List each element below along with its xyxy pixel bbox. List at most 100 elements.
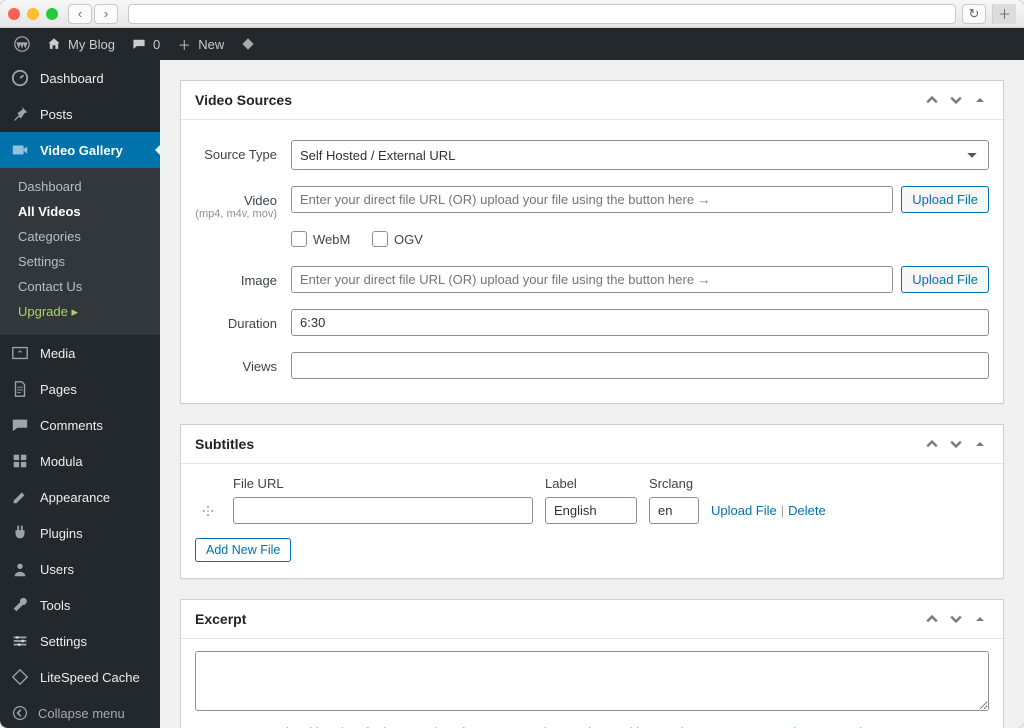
browser-address-bar[interactable] bbox=[128, 4, 956, 24]
video-sources-header: Video Sources bbox=[181, 81, 1003, 120]
browser-forward-button[interactable]: › bbox=[94, 4, 118, 24]
menu-label: Appearance bbox=[40, 490, 110, 505]
add-subtitle-file-button[interactable]: Add New File bbox=[195, 538, 291, 562]
settings-icon bbox=[10, 631, 30, 651]
browser-new-tab-button[interactable]: ＋ bbox=[992, 4, 1016, 24]
admin-sidebar: DashboardPostsVideo GalleryDashboardAll … bbox=[0, 60, 160, 728]
panel-toggle-icon[interactable] bbox=[971, 435, 989, 453]
traffic-zoom[interactable] bbox=[46, 8, 58, 20]
adminbar-extra-icon[interactable] bbox=[232, 28, 264, 60]
wp-logo[interactable] bbox=[6, 28, 38, 60]
duration-input[interactable] bbox=[291, 309, 989, 336]
submenu-settings[interactable]: Settings bbox=[0, 249, 160, 274]
browser-back-button[interactable]: ‹ bbox=[68, 4, 92, 24]
panel-up-icon[interactable] bbox=[923, 435, 941, 453]
pin-icon bbox=[10, 104, 30, 124]
panel-down-icon[interactable] bbox=[947, 610, 965, 628]
menu-tools[interactable]: Tools bbox=[0, 587, 160, 623]
content-area: Video Sources Source Type Self Hosted / … bbox=[160, 60, 1024, 728]
video-url-input[interactable] bbox=[291, 186, 893, 213]
users-icon bbox=[10, 559, 30, 579]
browser-reload-button[interactable]: ↻ bbox=[962, 4, 986, 24]
site-title: My Blog bbox=[68, 37, 115, 52]
subtitle-label-input[interactable] bbox=[545, 497, 637, 524]
home-icon bbox=[46, 37, 62, 51]
video-sources-title: Video Sources bbox=[195, 92, 292, 108]
menu-plugins[interactable]: Plugins bbox=[0, 515, 160, 551]
menu-appearance[interactable]: Appearance bbox=[0, 479, 160, 515]
views-input[interactable] bbox=[291, 352, 989, 379]
mac-titlebar: ‹ › ↻ ＋ bbox=[0, 0, 1024, 28]
move-handle-icon[interactable] bbox=[195, 504, 221, 518]
menu-pages[interactable]: Pages bbox=[0, 371, 160, 407]
dash-icon bbox=[10, 68, 30, 88]
menu-label: Pages bbox=[40, 382, 77, 397]
subtitle-file-url-input[interactable] bbox=[233, 497, 533, 524]
menu-label: Settings bbox=[40, 634, 87, 649]
comments-icon bbox=[10, 415, 30, 435]
col-srclang: Srclang bbox=[649, 476, 699, 491]
subtitles-title: Subtitles bbox=[195, 436, 254, 452]
label-source-type: Source Type bbox=[195, 140, 291, 162]
menu-litespeed-cache[interactable]: LiteSpeed Cache bbox=[0, 659, 160, 695]
menu-users[interactable]: Users bbox=[0, 551, 160, 587]
tools-icon bbox=[10, 595, 30, 615]
label-duration: Duration bbox=[195, 309, 291, 331]
submenu-dashboard[interactable]: Dashboard bbox=[0, 174, 160, 199]
menu-settings[interactable]: Settings bbox=[0, 623, 160, 659]
submenu-upgrade-[interactable]: Upgrade ▸ bbox=[0, 299, 160, 325]
menu-media[interactable]: Media bbox=[0, 335, 160, 371]
menu-dashboard[interactable]: Dashboard bbox=[0, 60, 160, 96]
submenu-contact-us[interactable]: Contact Us bbox=[0, 274, 160, 299]
collapse-menu[interactable]: Collapse menu bbox=[0, 695, 160, 728]
add-new-label: New bbox=[198, 37, 224, 52]
video-upload-button[interactable]: Upload File bbox=[901, 186, 989, 213]
panel-toggle-icon[interactable] bbox=[971, 610, 989, 628]
excerpt-box: Excerpt Excerpts are optional hand-craft… bbox=[180, 599, 1004, 728]
image-url-input[interactable] bbox=[291, 266, 893, 293]
menu-label: Tools bbox=[40, 598, 70, 613]
menu-label: Plugins bbox=[40, 526, 83, 541]
subtitle-row: Upload File|Delete bbox=[195, 497, 989, 524]
ls-icon bbox=[10, 667, 30, 687]
vid-icon bbox=[10, 140, 30, 160]
menu-label: Modula bbox=[40, 454, 83, 469]
site-link[interactable]: My Blog bbox=[38, 28, 123, 60]
menu-modula[interactable]: Modula bbox=[0, 443, 160, 479]
comments-bubble[interactable]: 0 bbox=[123, 28, 168, 60]
label-video-sub: (mp4, m4v, mov) bbox=[195, 208, 277, 220]
ogv-checkbox[interactable]: OGV bbox=[372, 231, 423, 247]
panel-up-icon[interactable] bbox=[923, 91, 941, 109]
subtitle-upload-link[interactable]: Upload File bbox=[711, 503, 777, 518]
submenu-categories[interactable]: Categories bbox=[0, 224, 160, 249]
panel-toggle-icon[interactable] bbox=[971, 91, 989, 109]
video-sources-box: Video Sources Source Type Self Hosted / … bbox=[180, 80, 1004, 404]
menu-comments[interactable]: Comments bbox=[0, 407, 160, 443]
traffic-close[interactable] bbox=[8, 8, 20, 20]
wp-admin-bar: My Blog 0 ＋ New bbox=[0, 28, 1024, 60]
plus-icon: ＋ bbox=[176, 35, 192, 54]
subtitle-srclang-input[interactable] bbox=[649, 497, 699, 524]
subtitle-delete-link[interactable]: Delete bbox=[788, 503, 826, 518]
panel-down-icon[interactable] bbox=[947, 91, 965, 109]
source-type-select[interactable]: Self Hosted / External URL bbox=[291, 140, 989, 170]
menu-posts[interactable]: Posts bbox=[0, 96, 160, 132]
panel-up-icon[interactable] bbox=[923, 610, 941, 628]
appearance-icon bbox=[10, 487, 30, 507]
menu-label: Video Gallery bbox=[40, 143, 123, 158]
add-new[interactable]: ＋ New bbox=[168, 28, 232, 60]
submenu-all-videos[interactable]: All Videos bbox=[0, 199, 160, 224]
menu-video-gallery[interactable]: Video Gallery bbox=[0, 132, 160, 168]
traffic-minimize[interactable] bbox=[27, 8, 39, 20]
media-icon bbox=[10, 343, 30, 363]
menu-label: Users bbox=[40, 562, 74, 577]
collapse-icon bbox=[10, 703, 30, 723]
panel-down-icon[interactable] bbox=[947, 435, 965, 453]
webm-checkbox[interactable]: WebM bbox=[291, 231, 350, 247]
image-upload-button[interactable]: Upload File bbox=[901, 266, 989, 293]
col-file-url: File URL bbox=[233, 476, 533, 491]
comment-icon bbox=[131, 37, 147, 51]
excerpt-textarea[interactable] bbox=[195, 651, 989, 711]
menu-label: LiteSpeed Cache bbox=[40, 670, 140, 685]
menu-label: Media bbox=[40, 346, 75, 361]
